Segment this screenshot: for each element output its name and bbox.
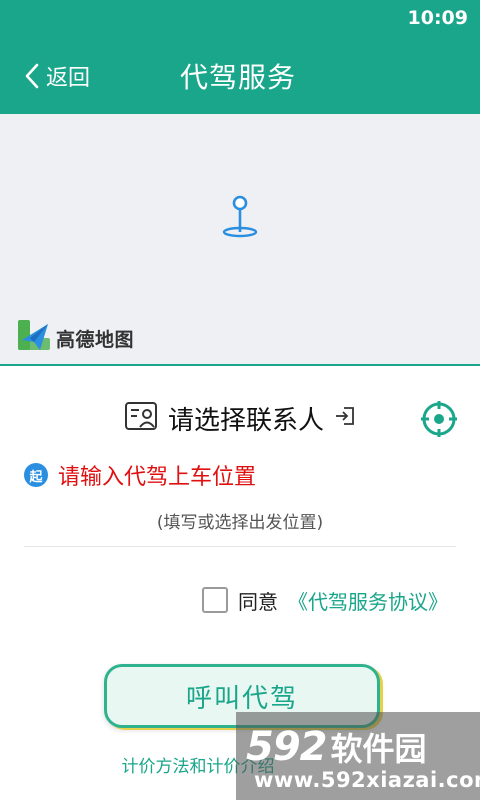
location-pin-icon <box>221 194 259 244</box>
agree-checkbox[interactable] <box>202 587 228 613</box>
status-time: 10:09 <box>407 7 468 29</box>
contact-card-icon <box>124 401 158 435</box>
header: 返回 代驾服务 <box>0 36 480 114</box>
watermark: 592 软件园 www.592xiazai.com <box>236 712 480 800</box>
pickup-label: 请输入代驾上车位置 <box>58 465 257 490</box>
agreement-row: 同意 《代驾服务协议》 <box>202 586 448 614</box>
status-bar: 10:09 <box>0 0 480 36</box>
agreement-link[interactable]: 《代驾服务协议》 <box>288 586 448 615</box>
call-driver-label: 呼叫代驾 <box>185 683 298 714</box>
page-title: 代驾服务 <box>179 61 296 94</box>
pickup-hint: (填写或选择出发位置) <box>156 513 324 533</box>
pickup-location-input[interactable]: 起 请输入代驾上车位置 <box>24 460 256 490</box>
watermark-name: 软件园 <box>330 730 427 768</box>
agree-label: 同意 <box>238 589 278 614</box>
amap-logo-icon <box>16 318 52 358</box>
watermark-url: www.592xiazai.com <box>254 768 480 792</box>
contact-label: 请选择联系人 <box>167 405 324 436</box>
map-logo-text: 高德地图 <box>56 328 135 351</box>
locate-button[interactable] <box>420 400 458 438</box>
watermark-number: 592 <box>246 724 327 770</box>
crosshair-icon <box>421 401 457 437</box>
select-contact-row[interactable]: 请选择联系人 <box>0 398 480 438</box>
map-logo: 高德地图 <box>16 320 134 356</box>
divider <box>24 546 456 547</box>
enter-arrow-icon <box>334 405 356 431</box>
map-view[interactable]: 高德地图 <box>0 114 480 366</box>
start-badge: 起 <box>24 463 48 487</box>
